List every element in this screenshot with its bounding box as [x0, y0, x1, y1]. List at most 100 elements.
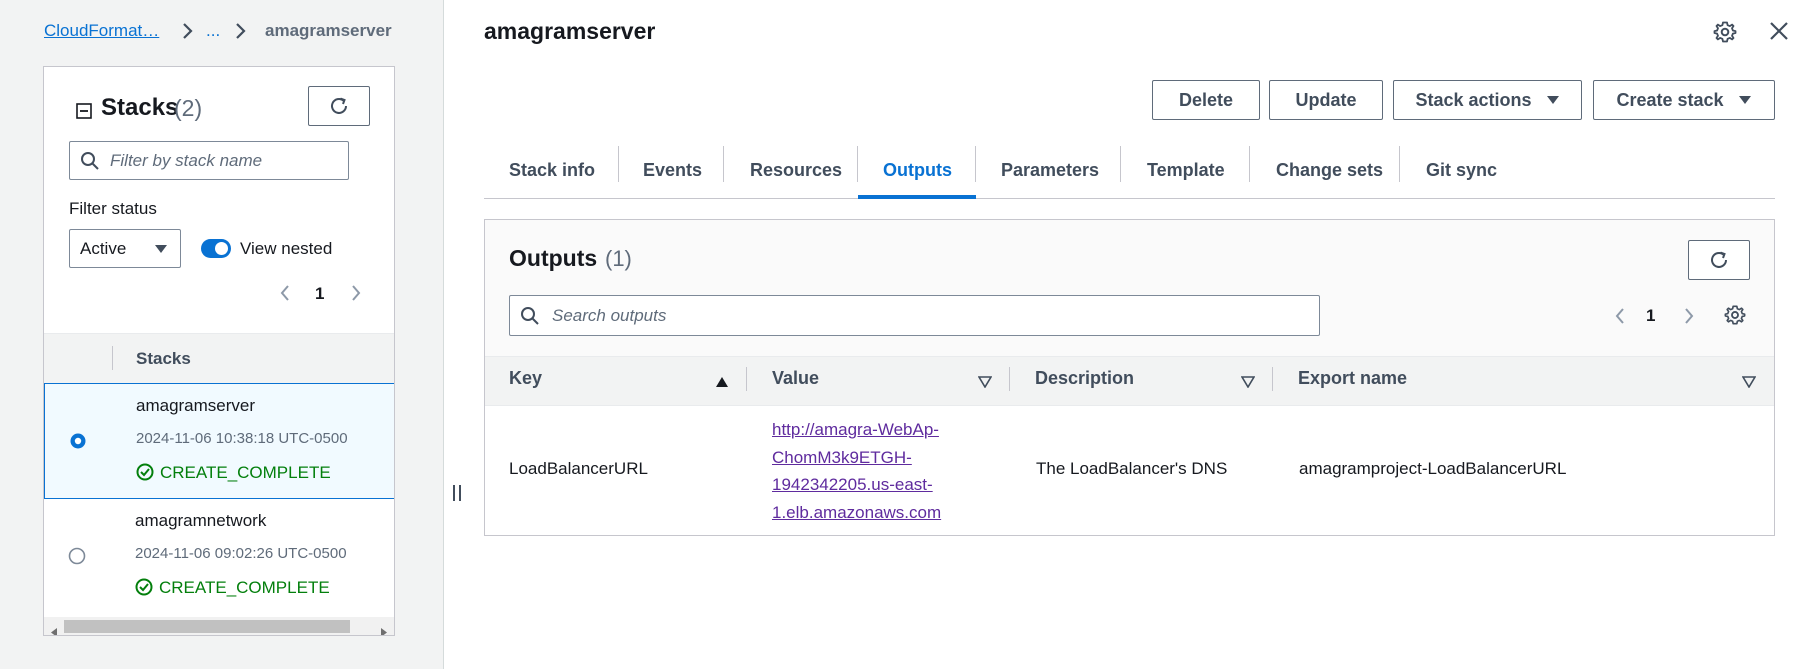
stack-filter-placeholder: Filter by stack name: [110, 150, 263, 170]
prev-page-icon[interactable]: [279, 283, 291, 308]
success-icon: [136, 463, 154, 486]
stack-row-amagramnetwork[interactable]: amagramnetwork 2024-11-06 09:02:26 UTC-0…: [44, 499, 394, 615]
breadcrumb-ellipsis[interactable]: ...: [206, 21, 220, 41]
chevron-right-icon: [234, 19, 248, 48]
output-value-line: 1.elb.amazonaws.com: [772, 502, 942, 522]
outputs-page-number[interactable]: 1: [1646, 306, 1655, 326]
output-value-link[interactable]: http://amagra-WebAp- ChomM3k9ETGH- 19423…: [772, 416, 941, 526]
next-page-icon[interactable]: [350, 283, 362, 308]
page-number[interactable]: 1: [315, 284, 324, 304]
active-tab-indicator: [858, 195, 976, 199]
breadcrumb-cloudformation-link[interactable]: CloudFormat…: [44, 21, 159, 41]
prev-page-icon[interactable]: [1614, 306, 1626, 331]
refresh-icon: [1711, 251, 1727, 268]
create-stack-label: Create stack: [1616, 89, 1724, 110]
stack-name[interactable]: amagramnetwork: [135, 511, 266, 531]
success-icon: [135, 578, 153, 601]
scroll-right-icon[interactable]: [380, 622, 388, 635]
stack-name[interactable]: amagramserver: [136, 396, 255, 416]
scroll-left-icon[interactable]: [50, 622, 58, 635]
outputs-title: Outputs: [509, 245, 598, 271]
create-stack-button[interactable]: Create stack: [1593, 80, 1775, 120]
column-header-description[interactable]: Description: [1035, 368, 1134, 389]
tab-divider: [857, 146, 858, 182]
sort-icon[interactable]: [1741, 373, 1757, 393]
stack-date: 2024-11-06 09:02:26 UTC-0500: [135, 545, 347, 562]
tab-divider: [975, 146, 976, 182]
caret-down-icon: [1738, 96, 1751, 104]
search-outputs-placeholder: Search outputs: [552, 305, 667, 325]
view-nested-toggle[interactable]: [201, 239, 231, 258]
sort-ascending-icon[interactable]: [715, 373, 729, 393]
filter-status-label: Filter status: [69, 199, 157, 218]
sort-icon[interactable]: [1240, 373, 1256, 393]
sort-icon[interactable]: [977, 373, 993, 393]
stacks-count: (2): [174, 95, 203, 121]
tab-template[interactable]: Template: [1147, 140, 1225, 200]
radio-unselected-icon[interactable]: [68, 547, 86, 570]
outputs-count: (1): [605, 246, 632, 271]
scrollbar-thumb[interactable]: [64, 620, 350, 633]
delete-button-label: Delete: [1178, 89, 1234, 110]
table-settings-gear-icon[interactable]: [1724, 304, 1746, 331]
stack-row-amagramserver[interactable]: amagramserver 2024-11-06 10:38:18 UTC-05…: [44, 383, 394, 499]
next-page-icon[interactable]: [1683, 306, 1695, 331]
stack-status: CREATE_COMPLETE: [160, 463, 331, 482]
stacks-title: Stacks: [101, 94, 179, 121]
stacks-panel: Stacks (2) Filter by stack name Filter s…: [43, 66, 395, 636]
breadcrumb-current: amagramserver: [265, 21, 392, 40]
page-title: amagramserver: [484, 18, 656, 44]
column-header-export-name[interactable]: Export name: [1298, 368, 1407, 389]
stack-navigation-pane: CloudFormat… ... amagramserver Stacks (2…: [0, 0, 444, 669]
stack-filter-input[interactable]: Filter by stack name: [69, 141, 349, 180]
tab-divider: [618, 146, 619, 182]
status-select-value: Active: [80, 238, 127, 258]
column-divider[interactable]: [1009, 367, 1010, 391]
refresh-stacks-button[interactable]: [308, 86, 370, 126]
gear-icon[interactable]: [1713, 20, 1737, 49]
resize-handle-icon[interactable]: [451, 484, 463, 507]
stack-actions-button[interactable]: Stack actions: [1393, 80, 1582, 120]
tab-outputs[interactable]: Outputs: [883, 140, 952, 200]
status-select[interactable]: Active: [69, 229, 181, 268]
stack-status: CREATE_COMPLETE: [159, 578, 330, 597]
refresh-outputs-button[interactable]: [1688, 240, 1750, 280]
column-divider[interactable]: [746, 367, 747, 391]
search-icon: [521, 306, 539, 325]
tab-divider: [1399, 146, 1400, 182]
update-button[interactable]: Update: [1269, 80, 1383, 120]
tab-parameters[interactable]: Parameters: [1001, 140, 1099, 200]
caret-down-icon: [155, 244, 167, 253]
chevron-right-icon: [181, 19, 195, 49]
stack-date: 2024-11-06 10:38:18 UTC-0500: [136, 430, 348, 447]
breadcrumb: CloudFormat… ... amagramserver: [44, 19, 444, 45]
tab-change-sets[interactable]: Change sets: [1276, 140, 1383, 200]
search-icon: [81, 151, 99, 170]
horizontal-scrollbar[interactable]: [44, 617, 394, 635]
delete-button[interactable]: Delete: [1152, 80, 1260, 120]
stacks-table-header: Stacks: [44, 333, 394, 385]
collapse-icon[interactable]: [76, 103, 92, 124]
tab-resources[interactable]: Resources: [750, 140, 842, 200]
tab-divider: [723, 146, 724, 182]
caret-down-icon: [1546, 96, 1559, 104]
close-icon[interactable]: [1769, 21, 1789, 46]
output-export-name: amagramproject-LoadBalancerURL: [1299, 459, 1567, 478]
radio-selected-icon[interactable]: [69, 432, 87, 455]
column-header-value[interactable]: Value: [772, 368, 819, 389]
tab-events[interactable]: Events: [643, 140, 702, 200]
stack-actions-label: Stack actions: [1415, 89, 1532, 110]
table-row: LoadBalancerURL http://amagra-WebAp- Cho…: [485, 404, 1774, 535]
tab-divider: [1120, 146, 1121, 182]
column-divider[interactable]: [1272, 367, 1273, 391]
tab-git-sync[interactable]: Git sync: [1426, 140, 1497, 200]
view-nested-label: View nested: [240, 239, 333, 258]
output-value-line: http://amagra-WebAp-: [772, 420, 939, 439]
tab-divider: [1249, 146, 1250, 182]
search-outputs-input[interactable]: Search outputs: [509, 295, 1320, 336]
tab-stack-info[interactable]: Stack info: [509, 140, 595, 200]
output-value-line: ChomM3k9ETGH-: [772, 447, 912, 467]
column-header-key[interactable]: Key: [509, 368, 542, 389]
output-key: LoadBalancerURL: [509, 459, 648, 478]
update-button-label: Update: [1295, 89, 1357, 110]
